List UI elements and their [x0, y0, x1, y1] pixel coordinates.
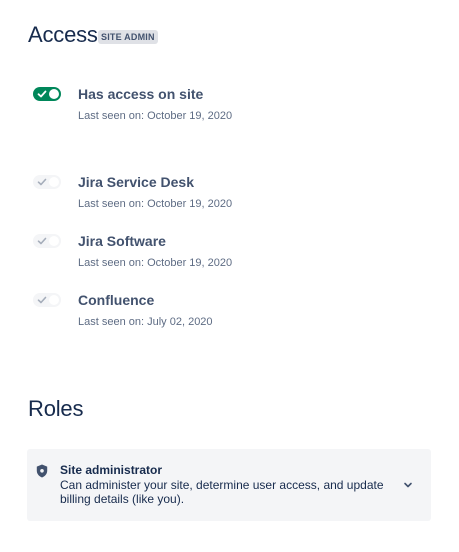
site-access-label: Has access on site — [78, 86, 204, 102]
check-icon — [37, 237, 47, 245]
product-last-seen: Last seen on: October 19, 2020 — [78, 198, 233, 210]
access-heading: Access — [28, 22, 98, 47]
check-icon — [37, 178, 47, 186]
check-icon — [37, 90, 47, 98]
user-access-page: Access SITE ADMIN Has access on site Las… — [0, 0, 459, 552]
toggle-knob — [49, 89, 59, 99]
product-last-seen: Last seen on: October 19, 2020 — [78, 257, 233, 269]
toggle-knob — [49, 236, 59, 246]
product-label: Jira Software — [78, 233, 166, 249]
confluence-toggle[interactable] — [33, 293, 61, 307]
jira-software-toggle[interactable] — [33, 234, 61, 248]
site-admin-badge: SITE ADMIN — [98, 30, 158, 44]
roles-heading: Roles — [28, 396, 84, 421]
role-description: Can administer your site, determine user… — [60, 478, 384, 506]
role-card-site-administrator[interactable]: Site administrator Can administer your s… — [27, 449, 431, 521]
role-title: Site administrator — [60, 463, 163, 477]
shield-icon — [36, 464, 48, 478]
product-last-seen: Last seen on: July 02, 2020 — [78, 316, 213, 328]
jira-service-desk-toggle[interactable] — [33, 175, 61, 189]
toggle-knob — [49, 177, 59, 187]
chevron-down-icon[interactable] — [402, 479, 414, 491]
check-icon — [37, 296, 47, 304]
toggle-knob — [49, 295, 59, 305]
site-access-toggle[interactable] — [33, 87, 61, 101]
site-access-last-seen: Last seen on: October 19, 2020 — [78, 110, 233, 122]
product-label: Jira Service Desk — [78, 174, 194, 190]
product-label: Confluence — [78, 292, 155, 308]
